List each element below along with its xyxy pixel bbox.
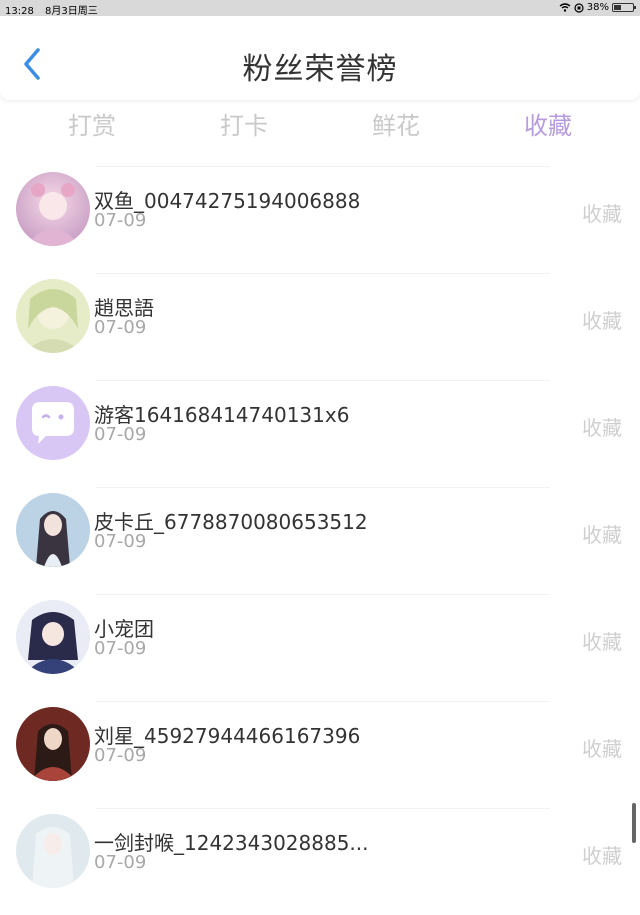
tab-reward[interactable]: 打赏	[16, 106, 168, 141]
avatar	[16, 707, 90, 781]
action-tag: 收藏	[582, 523, 622, 547]
list-item[interactable]: 游客164168414740131x6 07-09 收藏	[0, 380, 640, 487]
action-tag: 收藏	[582, 737, 622, 761]
fan-date: 07-09	[94, 852, 147, 873]
avatar	[16, 386, 90, 460]
list-item[interactable]: 小宠团 07-09 收藏	[0, 594, 640, 701]
nav-bar: 粉丝荣誉榜	[0, 16, 640, 100]
tab-collect[interactable]: 收藏	[472, 106, 624, 141]
tab-flowers[interactable]: 鲜花	[320, 106, 472, 141]
fan-date: 07-09	[94, 638, 147, 659]
action-tag: 收藏	[582, 309, 622, 333]
fan-date: 07-09	[94, 531, 147, 552]
fan-date: 07-09	[94, 317, 147, 338]
fan-date: 07-09	[94, 745, 147, 766]
avatar	[16, 814, 90, 888]
avatar	[16, 279, 90, 353]
scrollbar[interactable]	[632, 803, 636, 843]
battery-level	[614, 5, 621, 10]
list-item[interactable]: 一剑封喉_1242343028885... 07-09 收藏	[0, 808, 640, 915]
tab-checkin[interactable]: 打卡	[168, 106, 320, 141]
action-tag: 收藏	[582, 630, 622, 654]
fan-list: 双鱼_00474275194006888 07-09 收藏 趙思語 07-09 …	[0, 166, 640, 915]
list-item[interactable]: 趙思語 07-09 收藏	[0, 273, 640, 380]
page-title: 粉丝荣誉榜	[242, 52, 398, 87]
list-item[interactable]: 刘星_45927944466167396 07-09 收藏	[0, 701, 640, 808]
wifi-icon	[559, 3, 571, 12]
battery-icon	[612, 3, 636, 12]
action-tag: 收藏	[582, 202, 622, 226]
fan-date: 07-09	[94, 424, 147, 445]
orientation-lock-icon	[574, 2, 584, 13]
avatar	[16, 172, 90, 246]
avatar	[16, 493, 90, 567]
list-item[interactable]: 皮卡丘_6778870080653512 07-09 收藏	[0, 487, 640, 594]
action-tag: 收藏	[582, 416, 622, 440]
battery-percent: 38%	[586, 2, 609, 13]
avatar	[16, 600, 90, 674]
fan-date: 07-09	[94, 210, 147, 231]
tab-bar: 打赏 打卡 鲜花 收藏	[0, 100, 640, 146]
action-tag: 收藏	[582, 844, 622, 868]
status-bar: 13:28 8月3日周三 38%	[0, 0, 640, 17]
list-item[interactable]: 双鱼_00474275194006888 07-09 收藏	[0, 166, 640, 273]
